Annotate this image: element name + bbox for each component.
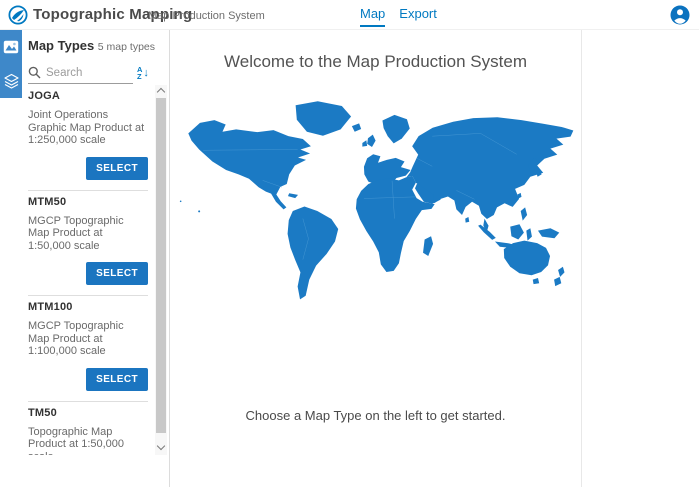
app-header: Topographic Mapping Map Production Syste… xyxy=(0,0,699,30)
scroll-up-icon[interactable] xyxy=(157,88,165,96)
scroll-down-icon[interactable] xyxy=(157,442,165,450)
map-type-description: Topographic Map Product at 1:50,000 scal… xyxy=(28,426,148,456)
panel-header: Map Types 5 map types xyxy=(28,38,155,53)
panel-title: Map Types xyxy=(28,38,94,53)
select-button[interactable]: SELECT xyxy=(86,368,148,391)
scrollbar-thumb[interactable] xyxy=(156,98,166,433)
search-input[interactable] xyxy=(46,67,126,79)
map-type-item: JOGA Joint Operations Graphic Map Produc… xyxy=(28,85,148,191)
map-type-name: JOGA xyxy=(28,90,148,102)
map-type-name: MTM100 xyxy=(28,301,148,313)
panel-toolbar xyxy=(0,30,22,98)
welcome-title: Welcome to the Map Production System xyxy=(170,52,581,72)
map-type-item: TM50 Topographic Map Product at 1:50,000… xyxy=(28,402,148,456)
layers-icon[interactable] xyxy=(0,64,22,98)
select-button[interactable]: SELECT xyxy=(86,157,148,180)
sort-alpha-down-icon[interactable]: AZ ↓ xyxy=(137,64,155,82)
world-map xyxy=(175,98,577,307)
sidebar-scrollbar[interactable] xyxy=(155,85,167,455)
map-types-panel: Map Types 5 map types AZ ↓ JOGA Joint Op… xyxy=(0,30,170,487)
tab-map[interactable]: Map xyxy=(360,0,385,30)
map-type-description: Joint Operations Graphic Map Product at … xyxy=(28,109,148,147)
app-logo-icon xyxy=(8,5,28,25)
map-type-name: TM50 xyxy=(28,407,148,419)
main-tabs: Map Export xyxy=(360,0,437,30)
map-type-item: MTM100 MGCP Topographic Map Product at 1… xyxy=(28,296,148,402)
search-box xyxy=(28,62,133,84)
select-button[interactable]: SELECT xyxy=(86,262,148,285)
helper-text: Choose a Map Type on the left to get sta… xyxy=(170,408,581,423)
map-type-count: 5 map types xyxy=(98,41,155,53)
app-subtitle: Map Production System xyxy=(148,10,265,22)
map-type-list: JOGA Joint Operations Graphic Map Produc… xyxy=(0,85,152,455)
map-type-item: MTM50 MGCP Topographic Map Product at 1:… xyxy=(28,191,148,297)
app-window: Topographic Mapping Map Production Syste… xyxy=(0,0,699,487)
map-type-description: MGCP Topographic Map Product at 1:100,00… xyxy=(28,320,148,358)
welcome-panel: Welcome to the Map Production System xyxy=(170,30,582,487)
tab-export[interactable]: Export xyxy=(399,0,437,30)
map-panel-icon[interactable] xyxy=(0,30,22,64)
right-empty-area xyxy=(583,30,699,487)
search-icon xyxy=(28,66,41,79)
map-type-description: MGCP Topographic Map Product at 1:50,000… xyxy=(28,215,148,253)
account-icon[interactable] xyxy=(670,5,690,25)
map-type-name: MTM50 xyxy=(28,196,148,208)
